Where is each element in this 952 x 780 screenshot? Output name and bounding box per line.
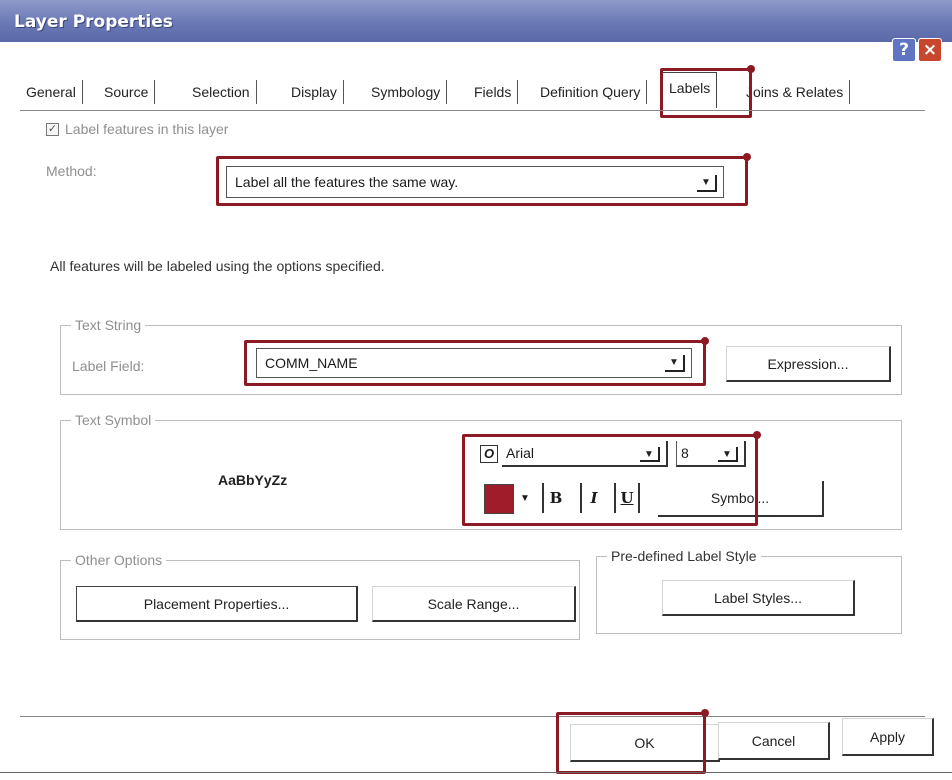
text-symbol-title: Text Symbol (71, 412, 156, 428)
tab-joins-relates[interactable]: Joins & Relates (740, 80, 851, 104)
chevron-down-icon: ▼ (665, 355, 685, 372)
other-options-title: Other Options (71, 552, 167, 568)
tab-definition-query[interactable]: Definition Query (534, 80, 648, 104)
title-bar: Layer Properties (0, 0, 952, 42)
tab-strip: General Source Selection Display Symbolo… (20, 66, 920, 110)
method-dropdown[interactable]: Label all the features the same way. ▼ (226, 166, 724, 198)
placement-properties-button[interactable]: Placement Properties... (76, 586, 358, 622)
tab-panel-border (20, 110, 925, 111)
tab-source[interactable]: Source (98, 80, 156, 104)
font-name: Arial (506, 445, 535, 461)
expression-button[interactable]: Expression... (726, 346, 891, 382)
label-field-dropdown[interactable]: COMM_NAME ▼ (256, 348, 692, 378)
method-value: Label all the features the same way. (235, 174, 459, 190)
tab-selection[interactable]: Selection (186, 80, 257, 104)
font-icon: O (480, 445, 498, 463)
color-chevron-icon[interactable]: ▼ (520, 493, 530, 504)
close-icon: × (922, 40, 938, 60)
apply-button[interactable]: Apply (842, 718, 934, 756)
window-bottom-edge (0, 772, 952, 780)
chevron-down-icon: ▼ (697, 175, 717, 192)
method-label: Method: (46, 163, 97, 179)
chevron-down-icon: ▼ (718, 447, 738, 462)
label-styles-button[interactable]: Label Styles... (662, 580, 855, 616)
tab-general[interactable]: General (20, 80, 83, 104)
label-features-label: Label features in this layer (65, 121, 229, 137)
scale-range-button[interactable]: Scale Range... (372, 586, 576, 622)
ok-button[interactable]: OK (570, 724, 720, 762)
help-icon: ? (899, 40, 909, 60)
label-features-checkbox[interactable]: ✓ (46, 122, 59, 136)
predefined-style-title: Pre-defined Label Style (607, 548, 761, 564)
cancel-button[interactable]: Cancel (718, 722, 830, 760)
label-field-label: Label Field: (72, 358, 145, 374)
tab-symbology[interactable]: Symbology (365, 80, 448, 104)
symbol-preview: AaBbYyZz (218, 472, 288, 488)
font-size-dropdown[interactable]: 8 ▼ (676, 441, 746, 467)
tab-fields[interactable]: Fields (468, 80, 519, 104)
bold-button[interactable]: B (542, 483, 568, 513)
text-string-title: Text String (71, 317, 146, 333)
label-field-value: COMM_NAME (265, 355, 358, 371)
tab-labels[interactable]: Labels (662, 72, 718, 108)
footer-divider (20, 716, 925, 717)
font-size-value: 8 (681, 445, 689, 461)
help-button[interactable]: ? (892, 38, 916, 62)
chevron-down-icon: ▼ (640, 447, 660, 462)
tab-display[interactable]: Display (285, 80, 344, 104)
italic-button[interactable]: I (580, 483, 606, 513)
close-button[interactable]: × (918, 38, 942, 62)
info-text: All features will be labeled using the o… (50, 258, 385, 274)
window-title: Layer Properties (14, 12, 173, 32)
label-features-row[interactable]: ✓ Label features in this layer (46, 121, 228, 137)
underline-button[interactable]: U (614, 483, 640, 513)
text-symbol-controls: O Arial ▼ 8 ▼ ▼ B I U Symbol... (472, 441, 824, 525)
font-dropdown[interactable]: Arial ▼ (502, 441, 668, 467)
text-color-button[interactable] (484, 484, 514, 514)
symbol-button[interactable]: Symbol... (658, 481, 824, 517)
